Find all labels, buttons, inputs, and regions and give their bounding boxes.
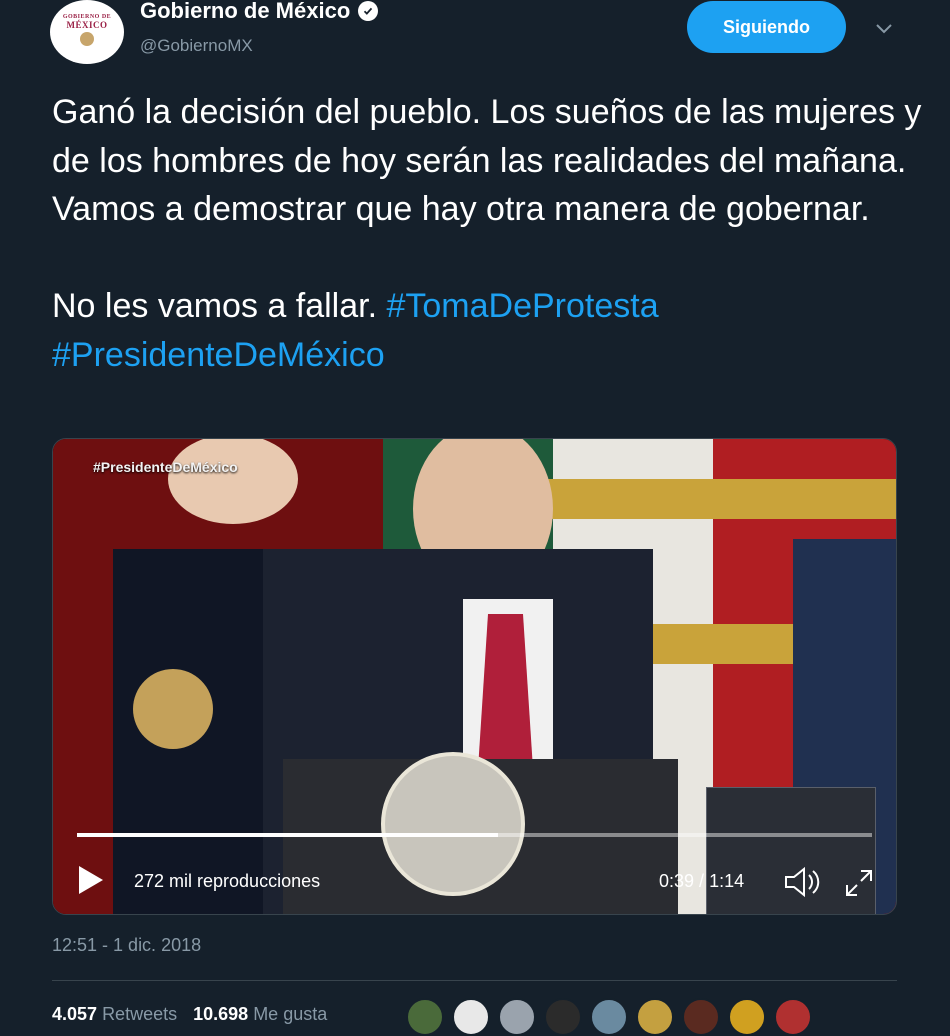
liker-avatar[interactable] [682,998,720,1036]
tweet-timestamp[interactable]: 12:51 - 1 dic. 2018 [52,935,201,956]
chevron-down-icon[interactable] [873,18,895,38]
handle[interactable]: @GobiernoMX [140,36,253,56]
seal-icon [80,32,94,46]
liker-avatar[interactable] [498,998,536,1036]
hashtag-presidente-de-mexico[interactable]: #PresidenteDeMéxico [52,336,385,374]
name-row: Gobierno de México [140,0,379,24]
retweets-count: 4.057 [52,1004,98,1024]
retweets-label: Retweets [102,1004,178,1024]
liker-avatar[interactable] [452,998,490,1036]
avatar[interactable]: GOBIERNO DE MÉXICO [50,0,124,64]
tweet-text: Ganó la decisión del pueblo. Los sueños … [52,88,922,379]
video-caption: #PresidenteDeMéxico [93,459,238,475]
tweet-paragraph-2: No les vamos a fallar. [52,287,378,325]
liker-avatar[interactable] [406,998,444,1036]
liker-avatar[interactable] [544,998,582,1036]
liker-avatar[interactable] [636,998,674,1036]
likes-label: Me gusta [253,1004,328,1024]
verified-badge-icon [358,1,379,21]
tweet-paragraph-1: Ganó la decisión del pueblo. Los sueños … [52,93,931,228]
view-count: 272 mil reproducciones [134,871,321,891]
current-time: 0:39 [659,871,695,891]
play-icon[interactable] [77,865,105,895]
liker-avatars [406,998,820,1036]
divider [52,980,897,981]
fullscreen-icon[interactable] [843,867,875,899]
likes-stat[interactable]: 10.698 Me gusta [193,1004,327,1025]
hashtag-toma-de-protesta[interactable]: #TomaDeProtesta [386,287,658,325]
video-progress-fill [77,833,499,837]
tweet-header: GOBIERNO DE MÉXICO Gobierno de México @G… [0,0,950,70]
duration: 1:14 [709,871,745,891]
display-name[interactable]: Gobierno de México [140,0,350,24]
video-player[interactable]: #PresidenteDeMéxico 272 mil reproduccion… [52,438,897,915]
video-time: 0:39 / 1:14 [659,871,745,891]
retweets-stat[interactable]: 4.057 Retweets [52,1004,177,1025]
liker-avatar[interactable] [774,998,812,1036]
liker-avatar[interactable] [590,998,628,1036]
tweet-stats: 4.057 Retweets 10.698 Me gusta [52,1004,327,1025]
volume-icon[interactable] [783,865,823,899]
liker-avatar[interactable] [728,998,766,1036]
video-progress-bar[interactable] [77,833,872,837]
following-button[interactable]: Siguiendo [687,1,846,53]
likes-count: 10.698 [193,1004,249,1024]
avatar-logo-line2: MÉXICO [66,20,108,30]
